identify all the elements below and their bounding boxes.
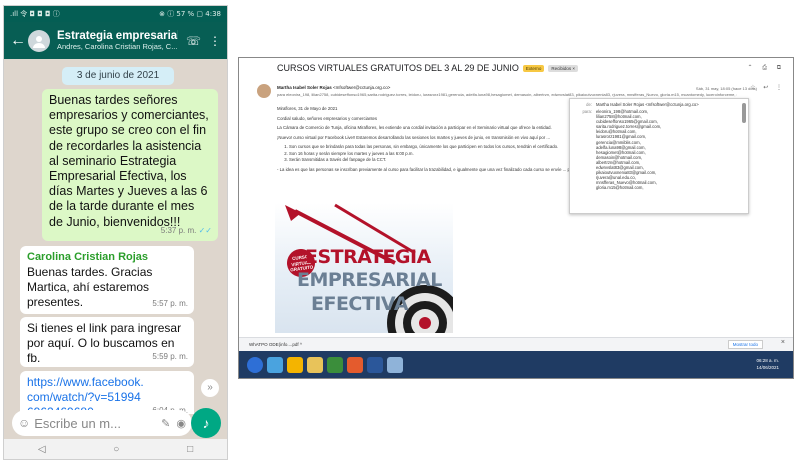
ie-browser-icon[interactable] [267,357,283,373]
message-input[interactable]: ☺ Escribe un m... ✎ ◉ [12,410,192,436]
message-bubble-incoming[interactable]: Si tienes el link para ingresar por aquí… [20,317,194,367]
recipient-details-popup[interactable]: de: Martha Isabel Soler Rojas <mfsoftwer… [569,98,749,214]
star-reply-more-icon[interactable]: ☆ ↩ ⋮ [750,84,785,91]
poster-title-line3: EFECTIVA [311,293,409,315]
whatsapp-phone-screen: .ıll 令 ◘ ◘ ◘ ⓘ ⊗ ⓘ 57 % ▢ 4:38 ← Estrate… [3,5,228,460]
windows-taskbar: 06:28 a. m. 14/06/2021 [239,351,793,378]
back-arrow-icon[interactable]: ← [10,32,26,50]
recipients-line[interactable]: para eleonira_198, lilian2758, cubidesef… [277,92,737,97]
message-bubble-outgoing[interactable]: Buenas tardes señores empresarios y come… [42,89,218,241]
scroll-down-icon[interactable]: » [201,379,219,397]
poster-title-line1: ESTRATEGIA [305,246,431,268]
message-time: 5:57 p. m. [152,299,188,308]
phone-status-bar: .ıll 令 ◘ ◘ ◘ ⓘ ⊗ ⓘ 57 % ▢ 4:38 [4,6,227,22]
group-participants: Andres, Carolina Cristian Rojas, C... [57,42,178,51]
popup-from-label: de: [586,102,592,107]
message-text: Buenas tardes. Gracias Martica, ahí esta… [27,265,153,309]
message-placeholder: Escribe un m... [34,415,121,431]
message-bubble-incoming[interactable]: Carolina Cristian Rojas Buenas tardes. G… [20,246,194,314]
popup-from-value: Martha Isabel Soler Rojas <mfsoftwer@cct… [596,102,699,107]
chat-area[interactable]: 3 de junio de 2021 Buenas tardes señores… [4,59,227,414]
popup-to-row: para: eleonira_198@hotmail.com, lilian27… [574,109,744,191]
message-input-bar: ☺ Escribe un m... ✎ ◉ ♪ [4,408,227,438]
sender-email: <mfsoftwer@cctunja.org.co> [333,85,391,90]
message-text: Buenas tardes señores empresarios y come… [49,93,209,229]
nav-back-icon[interactable]: ◁ [38,444,46,455]
taskbar-date: 14/06/2021 [756,365,779,370]
taskbar-time: 06:28 a. m. [756,358,779,363]
chrome-icon[interactable] [287,357,303,373]
start-button-icon[interactable] [247,357,263,373]
message-time: 5:59 p. m. [152,352,188,361]
read-check-icon: ✓✓ [198,225,212,235]
sender-avatar [257,84,271,98]
android-nav-bar: ◁ ○ □ [4,439,227,459]
group-name: Estrategia empresarial [57,30,178,42]
external-tag: Externo [522,64,545,72]
status-left-icons: .ıll 令 ◘ ◘ ◘ ⓘ [10,10,60,18]
group-avatar-icon[interactable] [28,29,50,52]
inbox-label[interactable]: Recibidos × [548,64,579,72]
date-separator: 3 de junio de 2021 [62,67,174,85]
word-icon[interactable] [367,357,383,373]
message-sender: Carolina Cristian Rojas [27,251,149,263]
show-all-button[interactable]: Mostrar todo [727,340,763,349]
media-app-icon[interactable] [327,357,343,373]
call-icon[interactable]: ☏ [186,34,201,48]
status-right-info: ⊗ ⓘ 57 % ▢ 4:38 [159,10,221,18]
downloaded-file[interactable]: WhATPO ODE(info....pdf ^ [249,342,302,347]
nav-home-icon[interactable]: ○ [113,444,119,455]
paint-icon[interactable] [387,357,403,373]
facebook-link[interactable]: https://www.facebook.com/watch/?v=519946… [27,375,147,414]
message-bubble-incoming[interactable]: https://www.facebook.com/watch/?v=519946… [20,371,194,414]
popup-recipient-list: eleonira_198@hotmail.com, lilian2758@hot… [596,109,661,191]
sender-line: Martha Isabel Soler Rojas <mfsoftwer@cct… [277,85,390,90]
close-download-bar-icon[interactable]: × [781,339,785,346]
camera-icon[interactable]: ◉ [176,417,186,430]
popup-from-row: de: Martha Isabel Soler Rojas <mfsoftwer… [574,102,744,107]
sender-name[interactable]: Martha Isabel Soler Rojas [277,85,332,90]
recipient-item: gloria.m15@hotmail.com, [596,185,644,191]
popup-scrollbar[interactable] [742,103,746,123]
media-player-icon[interactable] [347,357,363,373]
menu-dots-icon[interactable]: ⋮ [209,34,221,48]
file-explorer-icon[interactable] [307,357,323,373]
email-subject-row: CURSOS VIRTUALES GRATUITOS DEL 3 AL 29 D… [239,58,793,78]
gmail-email-window: CURSOS VIRTUALES GRATUITOS DEL 3 AL 29 D… [238,57,794,379]
taskbar-clock[interactable]: 06:28 a. m. 14/06/2021 [756,357,779,371]
attach-clip-icon[interactable]: ✎ [161,417,170,430]
chat-header: ← Estrategia empresarial Andres, Carolin… [4,22,227,59]
email-subject: CURSOS VIRTUALES GRATUITOS DEL 3 AL 29 D… [277,63,519,73]
screenshot-collage: .ıll 令 ◘ ◘ ◘ ⓘ ⊗ ⓘ 57 % ▢ 4:38 ← Estrate… [0,0,795,462]
mic-button[interactable]: ♪ [191,408,221,438]
nav-recents-icon[interactable]: □ [187,444,193,455]
message-time: 5:37 p. m. ✓✓ [160,225,212,235]
email-date: Sáb, 31 may, 18:05 (hace 13 días) [695,86,757,91]
download-bar: WhATPO ODE(info....pdf ^ Mostrar todo × [239,337,793,351]
print-icon[interactable]: ⌃ ⎙ ⧉ [748,64,785,72]
poster-title-line2: EMPRESARIAL [297,269,442,291]
emoji-icon[interactable]: ☺ [18,416,30,430]
chat-header-text[interactable]: Estrategia empresarial Andres, Carolina … [57,30,178,51]
popup-to-label: para: [582,109,592,114]
seminar-poster-image[interactable]: CURSO VIRTUAL GRATUITO ESTRATEGIA EMPRES… [275,203,453,333]
